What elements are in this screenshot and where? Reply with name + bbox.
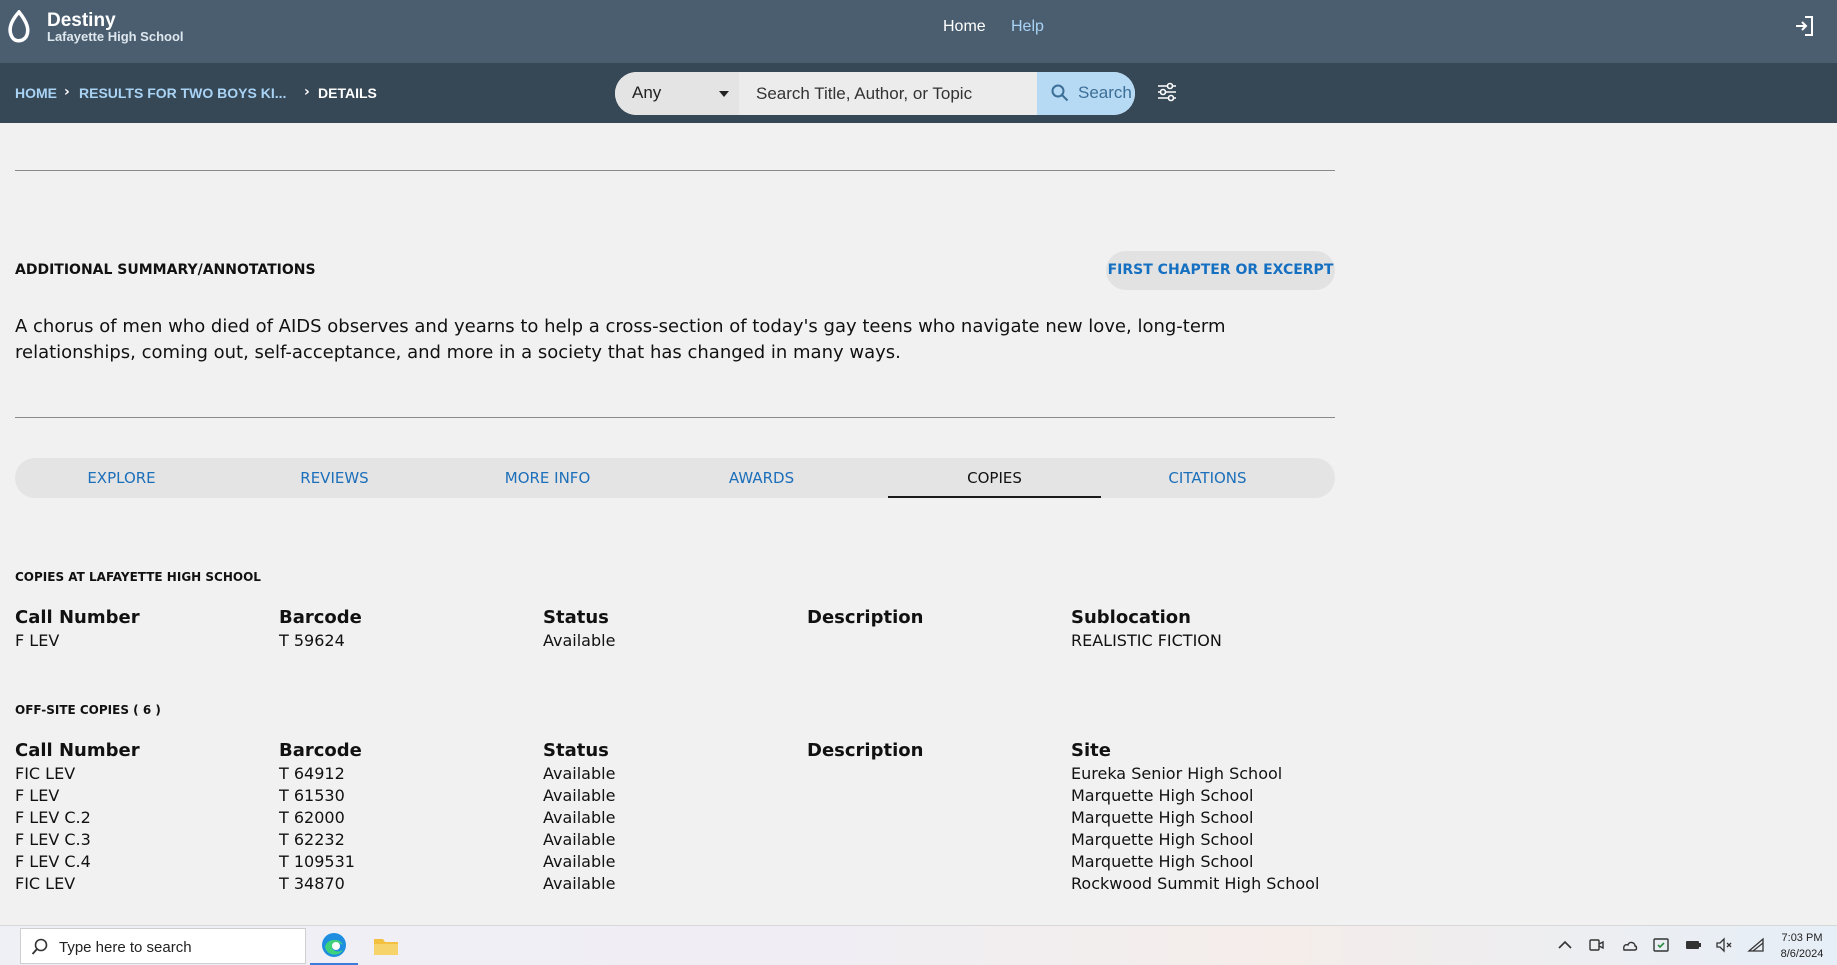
clock-time: 7:03 PM — [1781, 932, 1823, 944]
battery-icon[interactable] — [1684, 936, 1702, 954]
column-header: Barcode — [279, 607, 362, 628]
site-cell: Marquette High School — [1071, 808, 1254, 827]
search-button[interactable]: Search — [1037, 72, 1135, 115]
barcode-cell: T 62000 — [279, 808, 345, 827]
call-number-cell: F LEV — [15, 786, 60, 805]
speaker-muted-icon[interactable] — [1715, 936, 1733, 954]
tab-awards[interactable]: AWARDS — [655, 458, 868, 498]
search-scope-value: Any — [632, 83, 662, 102]
site-cell: Marquette High School — [1071, 852, 1254, 871]
tab-reviews[interactable]: REVIEWS — [228, 458, 441, 498]
status-cell: Available — [543, 764, 616, 783]
search-icon — [1051, 84, 1069, 102]
wifi-icon[interactable] — [1747, 936, 1765, 954]
edge-icon — [322, 933, 346, 957]
nav-home-link[interactable]: Home — [943, 18, 986, 36]
taskbar-search-placeholder: Type here to search — [59, 939, 192, 956]
breadcrumb-home[interactable]: HOME — [15, 85, 57, 101]
search-box: Any Search — [615, 72, 1135, 115]
destiny-logo-icon — [8, 10, 30, 43]
meet-now-icon[interactable] — [1587, 936, 1605, 954]
windows-taskbar: Type here to search 7:03 PM 8/6/2024 — [0, 925, 1837, 965]
sign-in-icon[interactable] — [1793, 15, 1815, 37]
school-name: Lafayette High School — [47, 29, 184, 44]
folder-icon — [374, 939, 398, 955]
barcode-cell: T 61530 — [279, 786, 345, 805]
search-input[interactable] — [739, 72, 1037, 115]
search-scope-select[interactable]: Any — [615, 72, 739, 115]
call-number-cell: F LEV C.3 — [15, 830, 91, 849]
breadcrumb-current: DETAILS — [318, 85, 377, 101]
taskbar-search-box[interactable]: Type here to search — [20, 928, 306, 964]
column-header: Status — [543, 740, 609, 761]
system-clock[interactable]: 7:03 PM 8/6/2024 — [1772, 930, 1832, 962]
site-cell: Marquette High School — [1071, 786, 1254, 805]
local-copies-title: COPIES AT LAFAYETTE HIGH SCHOOL — [15, 570, 261, 584]
breadcrumb-results[interactable]: RESULTS FOR TWO BOYS KI... — [79, 85, 286, 101]
offsite-copies-title: OFF-SITE COPIES ( 6 ) — [15, 703, 161, 717]
site-cell: Rockwood Summit High School — [1071, 874, 1320, 893]
tab-citations[interactable]: CITATIONS — [1101, 458, 1314, 498]
tab-more-info[interactable]: MORE INFO — [441, 458, 654, 498]
barcode-cell: T 64912 — [279, 764, 345, 783]
top-header: Destiny Lafayette High School Home Help — [0, 0, 1837, 63]
status-cell: Available — [543, 808, 616, 827]
details-tab-bar: EXPLORE REVIEWS MORE INFO AWARDS COPIES … — [15, 458, 1335, 498]
summary-text: A chorus of men who died of AIDS observe… — [15, 316, 1226, 363]
barcode-cell: T 62232 — [279, 830, 345, 849]
status-cell: Available — [543, 874, 616, 893]
chevron-up-icon[interactable] — [1556, 936, 1574, 954]
column-header: Description — [807, 740, 924, 761]
column-header: Description — [807, 607, 924, 628]
barcode-cell: T 59624 — [279, 631, 345, 650]
caret-down-icon — [719, 91, 729, 97]
sublocation-cell: REALISTIC FICTION — [1071, 631, 1222, 650]
call-number-cell: F LEV — [15, 631, 60, 650]
status-cell: Available — [543, 852, 616, 871]
column-header: Barcode — [279, 740, 362, 761]
call-number-cell: F LEV C.4 — [15, 852, 91, 871]
summary-section-title: ADDITIONAL SUMMARY/ANNOTATIONS — [15, 262, 316, 278]
search-button-label: Search — [1078, 83, 1132, 102]
call-number-cell: FIC LEV — [15, 874, 76, 893]
tab-copies[interactable]: COPIES — [888, 458, 1101, 498]
nav-help-link[interactable]: Help — [1011, 18, 1044, 36]
chevron-right-icon: › — [64, 84, 70, 100]
edge-browser-button[interactable] — [310, 926, 358, 965]
clock-date: 8/6/2024 — [1780, 948, 1824, 960]
advanced-search-sliders-icon[interactable] — [1156, 81, 1178, 103]
barcode-cell: T 109531 — [279, 852, 355, 871]
status-cell: Available — [543, 631, 616, 650]
call-number-cell: FIC LEV — [15, 764, 76, 783]
status-cell: Available — [543, 786, 616, 805]
chevron-right-icon: › — [304, 84, 310, 100]
security-shield-icon[interactable] — [1652, 936, 1670, 954]
file-explorer-button[interactable] — [362, 926, 410, 965]
first-chapter-excerpt-button[interactable]: FIRST CHAPTER OR EXCERPT — [1106, 251, 1335, 290]
column-header: Call Number — [15, 740, 140, 761]
column-header: Call Number — [15, 607, 140, 628]
search-icon — [31, 938, 48, 955]
tab-explore[interactable]: EXPLORE — [15, 458, 228, 498]
divider — [15, 417, 1335, 418]
column-header: Site — [1071, 740, 1111, 761]
status-cell: Available — [543, 830, 616, 849]
call-number-cell: F LEV C.2 — [15, 808, 91, 827]
barcode-cell: T 34870 — [279, 874, 345, 893]
site-cell: Marquette High School — [1071, 830, 1254, 849]
onedrive-cloud-icon[interactable] — [1620, 936, 1638, 954]
divider — [15, 170, 1335, 171]
column-header: Sublocation — [1071, 607, 1191, 628]
column-header: Status — [543, 607, 609, 628]
site-cell: Eureka Senior High School — [1071, 764, 1283, 783]
